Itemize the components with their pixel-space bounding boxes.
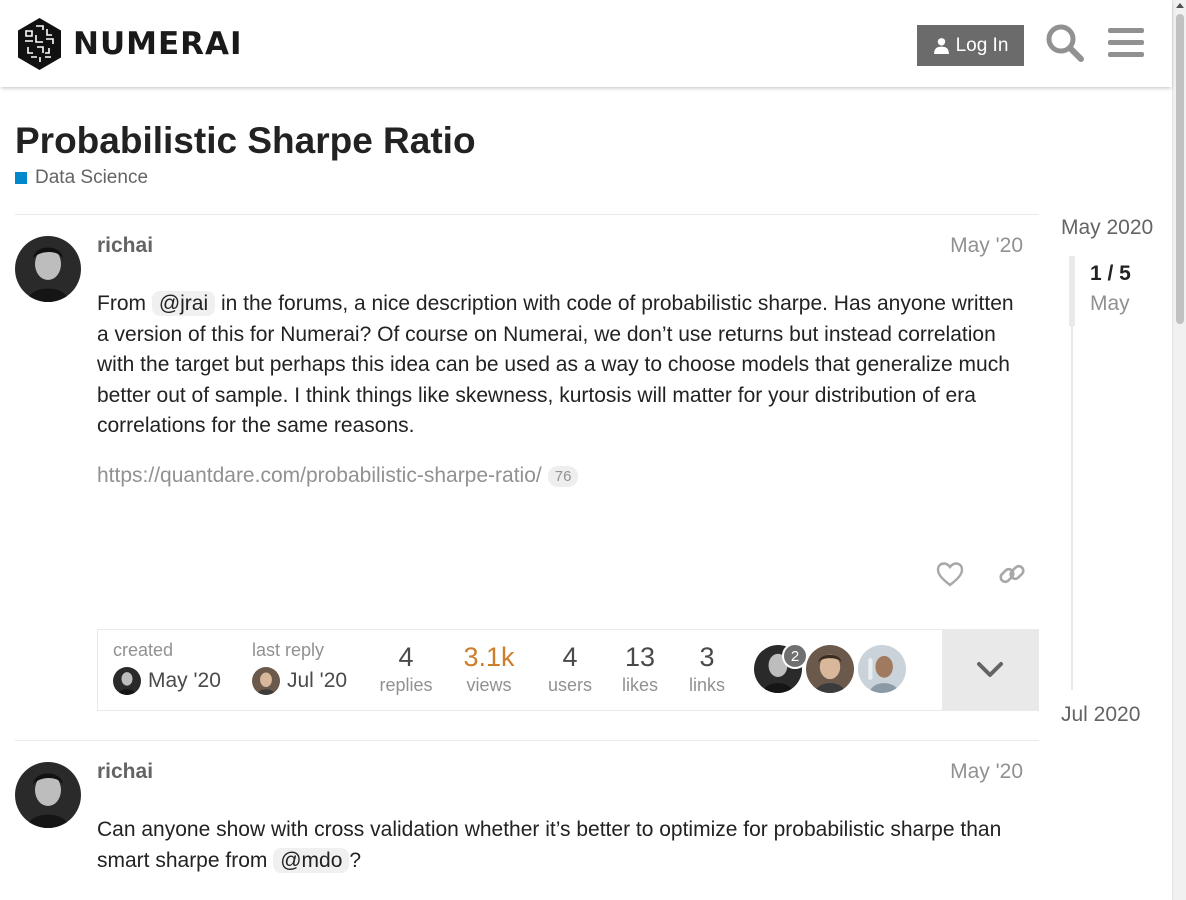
- search-button[interactable]: [1043, 21, 1087, 65]
- login-label: Log In: [955, 34, 1009, 56]
- replies-label: replies: [379, 675, 433, 695]
- replies-stat: 4 replies: [376, 642, 436, 696]
- post-username[interactable]: richai: [97, 760, 153, 784]
- topic-created: created May '20: [113, 640, 221, 695]
- search-icon: [1046, 24, 1084, 62]
- post-username[interactable]: richai: [97, 234, 153, 258]
- links-stat: 3 links: [682, 642, 732, 696]
- logo-wordmark: NUMERAI: [73, 26, 243, 62]
- timeline-start-date[interactable]: May 2020: [1061, 216, 1153, 240]
- user-avatar-icon: [15, 762, 81, 828]
- links-count: 3: [699, 642, 715, 672]
- timeline-end-date[interactable]: Jul 2020: [1061, 703, 1140, 727]
- avatar[interactable]: [252, 667, 280, 695]
- post-body: Can anyone show with cross validation wh…: [97, 815, 1027, 876]
- likes-label: likes: [621, 675, 658, 695]
- topic-last-reply: last reply Jul '20: [252, 640, 347, 695]
- site-logo[interactable]: NUMERAI: [16, 17, 243, 71]
- heart-icon: [936, 562, 964, 587]
- created-label: created: [113, 640, 174, 660]
- post-divider: [15, 740, 1039, 741]
- topic-map: created May '20 last reply Jul '20 4 rep…: [97, 629, 1039, 711]
- user-mention[interactable]: @mdo: [273, 847, 350, 873]
- post-date[interactable]: May '20: [950, 234, 1023, 258]
- login-button[interactable]: Log In: [917, 25, 1024, 66]
- scrollbar-thumb[interactable]: [1176, 14, 1184, 324]
- expand-topic-map-button[interactable]: [942, 630, 1038, 710]
- like-button[interactable]: [932, 556, 968, 592]
- views-label: views: [466, 675, 512, 695]
- post-text: ?: [349, 848, 362, 872]
- post-text: From: [97, 292, 152, 315]
- category-name: Data Science: [35, 167, 149, 188]
- post-text: in the forums, a nice description with c…: [97, 292, 1014, 437]
- user-avatar-icon: [113, 667, 141, 695]
- timeline-position-date: May: [1090, 292, 1130, 315]
- replies-count: 4: [398, 642, 414, 672]
- participant-avatar[interactable]: [858, 645, 906, 693]
- likes-count: 13: [624, 642, 656, 672]
- user-icon: [933, 38, 949, 54]
- user-avatar-icon: [858, 645, 906, 693]
- share-link-button[interactable]: [994, 556, 1030, 592]
- avatar[interactable]: [113, 667, 141, 695]
- user-avatar-icon: [806, 645, 854, 693]
- link-icon: [999, 564, 1025, 584]
- last-reply-label: last reply: [252, 640, 325, 660]
- participant-post-count: 2: [782, 643, 808, 669]
- site-header: NUMERAI Log In: [0, 0, 1172, 87]
- views-stat: 3.1k views: [454, 642, 524, 696]
- users-stat: 4 users: [542, 642, 598, 696]
- post-text: Can anyone show with cross validation wh…: [97, 818, 1002, 872]
- avatar[interactable]: [15, 762, 81, 828]
- last-reply-date[interactable]: Jul '20: [287, 669, 347, 693]
- link-click-count: 76: [547, 465, 579, 487]
- hamburger-menu-button[interactable]: [1104, 21, 1148, 65]
- chevron-down-icon: [977, 662, 1003, 677]
- users-label: users: [547, 675, 592, 695]
- category-color-swatch: [15, 172, 27, 184]
- likes-stat: 13 likes: [614, 642, 666, 696]
- external-link[interactable]: https://quantdare.com/probabilistic-shar…: [97, 464, 579, 488]
- timeline-position: 1 / 5: [1090, 262, 1131, 285]
- avatar[interactable]: [15, 236, 81, 302]
- hamburger-menu-icon: [1108, 28, 1144, 57]
- post-date[interactable]: May '20: [950, 760, 1023, 784]
- created-date[interactable]: May '20: [148, 669, 221, 693]
- category-badge[interactable]: Data Science: [15, 167, 148, 189]
- participant-avatar[interactable]: [806, 645, 854, 693]
- numerai-logo-icon: [18, 18, 61, 70]
- page-scrollbar[interactable]: [1172, 0, 1186, 900]
- links-label: links: [688, 675, 725, 695]
- user-mention[interactable]: @jrai: [151, 291, 216, 316]
- timeline-scroll-handle[interactable]: [1069, 256, 1075, 326]
- users-count: 4: [562, 642, 578, 672]
- post-body: From @jrai in the forums, a nice descrip…: [97, 289, 1027, 442]
- user-avatar-icon: [252, 667, 280, 695]
- scroll-up-arrow-icon[interactable]: [1176, 3, 1184, 8]
- topic-title[interactable]: Probabilistic Sharpe Ratio: [15, 120, 476, 162]
- link-url[interactable]: https://quantdare.com/probabilistic-shar…: [97, 464, 542, 488]
- post-divider: [15, 214, 1039, 215]
- user-avatar-icon: [15, 236, 81, 302]
- views-count: 3.1k: [463, 642, 515, 672]
